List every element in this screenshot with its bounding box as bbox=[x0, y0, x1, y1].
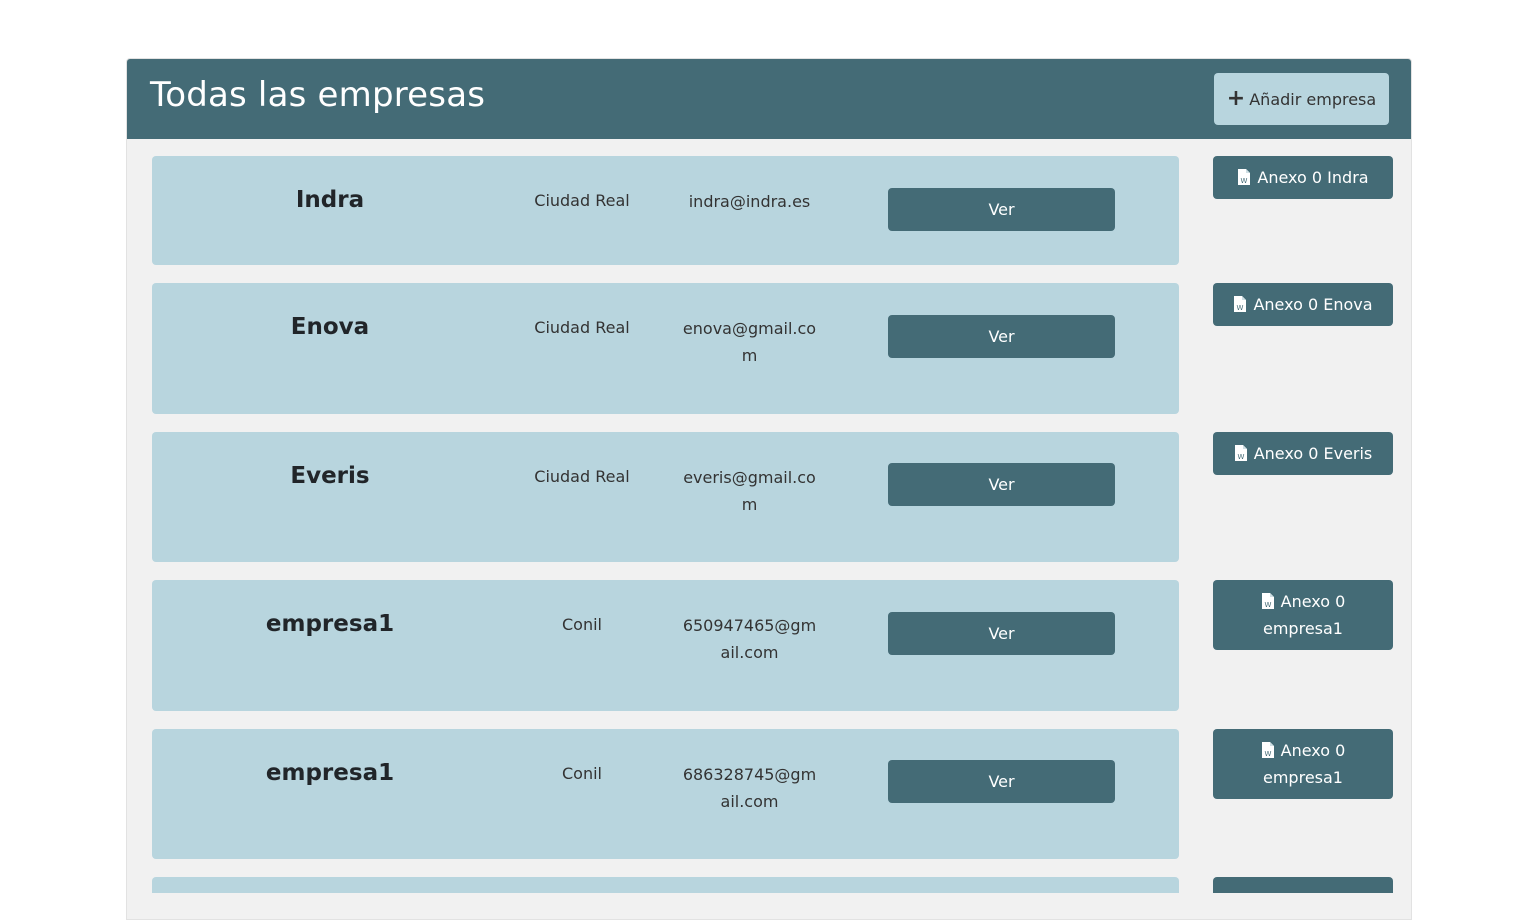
svg-text:W: W bbox=[1264, 601, 1271, 609]
annex-download-button[interactable]: W Anexo 0 Everis bbox=[1213, 432, 1393, 475]
annex-label: Anexo 0 empresa1 bbox=[1263, 592, 1346, 638]
svg-text:W: W bbox=[1237, 304, 1244, 312]
word-document-icon: W bbox=[1234, 445, 1247, 461]
word-document-icon: W bbox=[1234, 296, 1247, 312]
view-label: Ver bbox=[988, 772, 1015, 791]
word-document-icon: W bbox=[1261, 742, 1274, 758]
company-city: Ciudad Real bbox=[534, 318, 630, 337]
add-company-label: Añadir empresa bbox=[1249, 89, 1377, 109]
plus-icon: + bbox=[1226, 86, 1246, 111]
view-label: Ver bbox=[988, 624, 1015, 643]
company-email: enova@gmail.com bbox=[682, 319, 817, 365]
company-city: Conil bbox=[562, 615, 602, 634]
view-company-button[interactable]: Ver bbox=[888, 188, 1115, 231]
company-card: Enova Ciudad Real enova@gmail.com Ver bbox=[152, 283, 1179, 414]
word-document-icon: W bbox=[1261, 593, 1274, 609]
add-company-button[interactable]: + Añadir empresa bbox=[1214, 73, 1389, 125]
company-card: empresa1 Conil 686328745@gmail.com Ver bbox=[152, 729, 1179, 859]
panel-header: Todas las empresas + Añadir empresa bbox=[127, 59, 1411, 139]
annex-download-button[interactable]: W Anexo 0 empresa1 bbox=[1213, 580, 1393, 650]
svg-text:W: W bbox=[1237, 453, 1244, 461]
view-company-button[interactable]: Ver bbox=[888, 315, 1115, 358]
company-card bbox=[152, 877, 1179, 893]
company-name: Everis bbox=[290, 463, 370, 489]
company-name: Enova bbox=[290, 314, 370, 340]
annex-download-button[interactable] bbox=[1213, 877, 1393, 893]
company-email: 650947465@gmail.com bbox=[682, 616, 817, 662]
svg-text:W: W bbox=[1241, 177, 1248, 185]
annex-label: Anexo 0 empresa1 bbox=[1263, 741, 1346, 787]
view-label: Ver bbox=[988, 475, 1015, 494]
annex-label: Anexo 0 Enova bbox=[1253, 295, 1373, 314]
view-company-button[interactable]: Ver bbox=[888, 463, 1115, 506]
annex-label: Anexo 0 Indra bbox=[1257, 168, 1369, 187]
svg-text:W: W bbox=[1264, 750, 1271, 758]
company-card: Everis Ciudad Real everis@gmail.com Ver bbox=[152, 432, 1179, 562]
word-document-icon: W bbox=[1238, 169, 1251, 185]
view-label: Ver bbox=[988, 327, 1015, 346]
company-card: empresa1 Conil 650947465@gmail.com Ver bbox=[152, 580, 1179, 711]
annex-label: Anexo 0 Everis bbox=[1253, 444, 1373, 463]
annex-download-button[interactable]: W Anexo 0 Enova bbox=[1213, 283, 1393, 326]
annex-download-button[interactable]: W Anexo 0 empresa1 bbox=[1213, 729, 1393, 799]
company-email: everis@gmail.com bbox=[683, 468, 816, 514]
company-email: 686328745@gmail.com bbox=[682, 765, 817, 811]
company-email: indra@indra.es bbox=[688, 192, 811, 211]
view-company-button[interactable]: Ver bbox=[888, 612, 1115, 655]
annex-download-button[interactable]: W Anexo 0 Indra bbox=[1213, 156, 1393, 199]
company-name: empresa1 bbox=[265, 611, 395, 637]
view-label: Ver bbox=[988, 200, 1015, 219]
page-title: Todas las empresas bbox=[150, 75, 486, 115]
company-card: Indra Ciudad Real indra@indra.es Ver bbox=[152, 156, 1179, 265]
company-city: Conil bbox=[562, 764, 602, 783]
company-name: empresa1 bbox=[265, 760, 395, 786]
company-city: Ciudad Real bbox=[534, 467, 630, 486]
view-company-button[interactable]: Ver bbox=[888, 760, 1115, 803]
company-name: Indra bbox=[295, 187, 365, 213]
company-city: Ciudad Real bbox=[534, 191, 630, 210]
